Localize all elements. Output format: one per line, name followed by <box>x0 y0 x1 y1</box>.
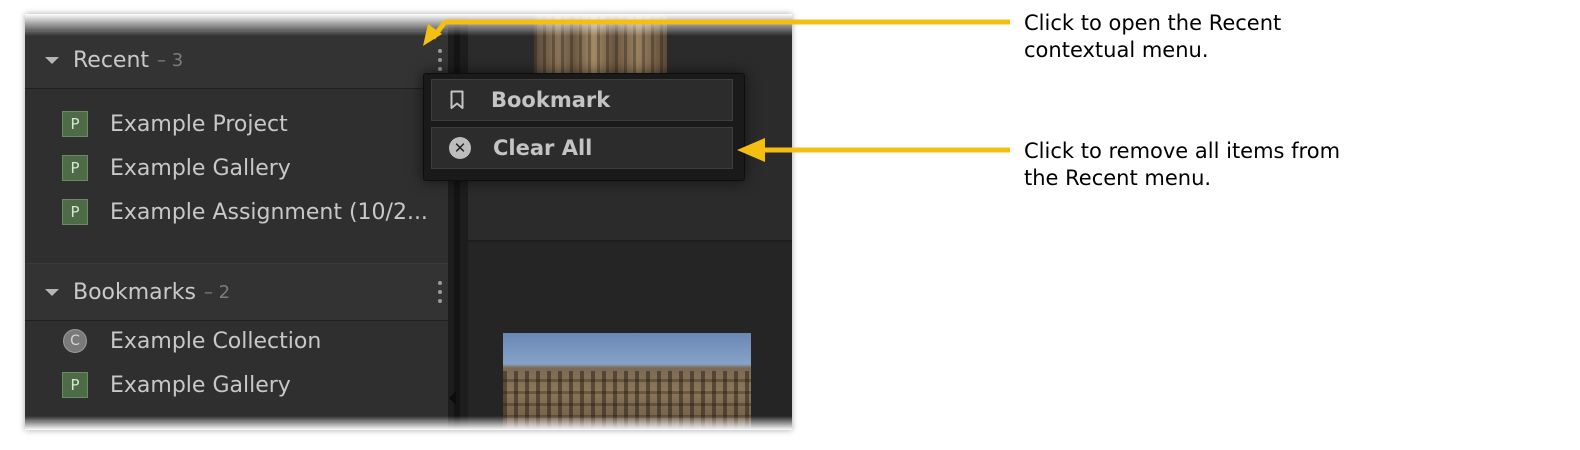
arrow-to-clear-all <box>737 138 1010 162</box>
arrow-to-more-menu <box>423 19 1010 46</box>
annotation-arrows <box>423 19 1010 162</box>
